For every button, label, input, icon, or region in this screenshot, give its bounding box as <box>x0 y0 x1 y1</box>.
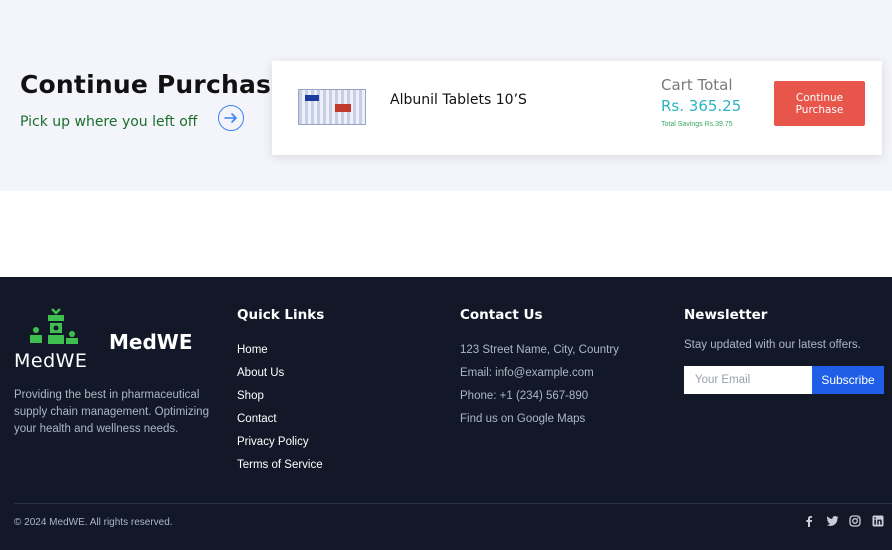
google-maps-link[interactable]: Find us on Google Maps <box>460 408 619 431</box>
quick-link-home[interactable]: Home <box>237 339 323 362</box>
continue-purchase-section: Continue Purchase Pick up where you left… <box>0 0 892 191</box>
product-name: Albunil Tablets 10’S <box>390 92 527 108</box>
contact-us-title: Contact Us <box>460 307 543 323</box>
cart-card: Albunil Tablets 10’S Cart Total Rs. 365.… <box>272 61 882 155</box>
linkedin-icon[interactable] <box>871 514 885 528</box>
contact-email: Email: info@example.com <box>460 367 594 379</box>
contact-list: 123 Street Name, City, Country Email: in… <box>460 339 619 431</box>
footer-divider <box>14 503 892 504</box>
quick-link-shop[interactable]: Shop <box>237 385 323 408</box>
quick-link-contact[interactable]: Contact <box>237 408 323 431</box>
logo-wordmark: MedWE <box>14 350 88 372</box>
cart-total-label: Cart Total <box>661 76 733 94</box>
cart-total-amount: Rs. 365.25 <box>661 97 742 115</box>
site-footer: MedWE MedWE Providing the best in pharma… <box>0 277 892 550</box>
quick-links-list: Home About Us Shop Contact Privacy Polic… <box>237 339 323 477</box>
quick-link-about-us[interactable]: About Us <box>237 362 323 385</box>
quick-link-privacy-policy[interactable]: Privacy Policy <box>237 431 323 454</box>
contact-address: 123 Street Name, City, Country <box>460 344 619 356</box>
contact-phone: Phone: +1 (234) 567-890 <box>460 390 589 402</box>
newsletter-title: Newsletter <box>684 307 768 323</box>
newsletter-email-input[interactable] <box>684 366 812 394</box>
newsletter-text: Stay updated with our latest offers. <box>684 339 861 351</box>
facebook-icon[interactable] <box>802 514 816 528</box>
continue-purchase-title: Continue Purchase <box>20 70 289 99</box>
social-links <box>802 514 885 528</box>
product-image <box>298 89 366 125</box>
footer-about-text: Providing the best in pharmaceutical sup… <box>14 389 209 435</box>
arrow-right-icon[interactable] <box>218 105 244 131</box>
subscribe-button[interactable]: Subscribe <box>812 366 884 394</box>
continue-purchase-button[interactable]: Continue Purchase <box>774 81 865 126</box>
instagram-icon[interactable] <box>848 514 862 528</box>
footer-brand-name: MedWE <box>109 330 193 354</box>
twitter-icon[interactable] <box>825 514 839 528</box>
copyright-text: © 2024 MedWE. All rights reserved. <box>14 517 173 528</box>
quick-link-terms-of-service[interactable]: Terms of Service <box>237 454 323 477</box>
quick-links-title: Quick Links <box>237 307 325 323</box>
continue-purchase-subtitle: Pick up where you left off <box>20 114 198 130</box>
total-savings: Total Savings Rs.39.75 <box>661 121 733 128</box>
